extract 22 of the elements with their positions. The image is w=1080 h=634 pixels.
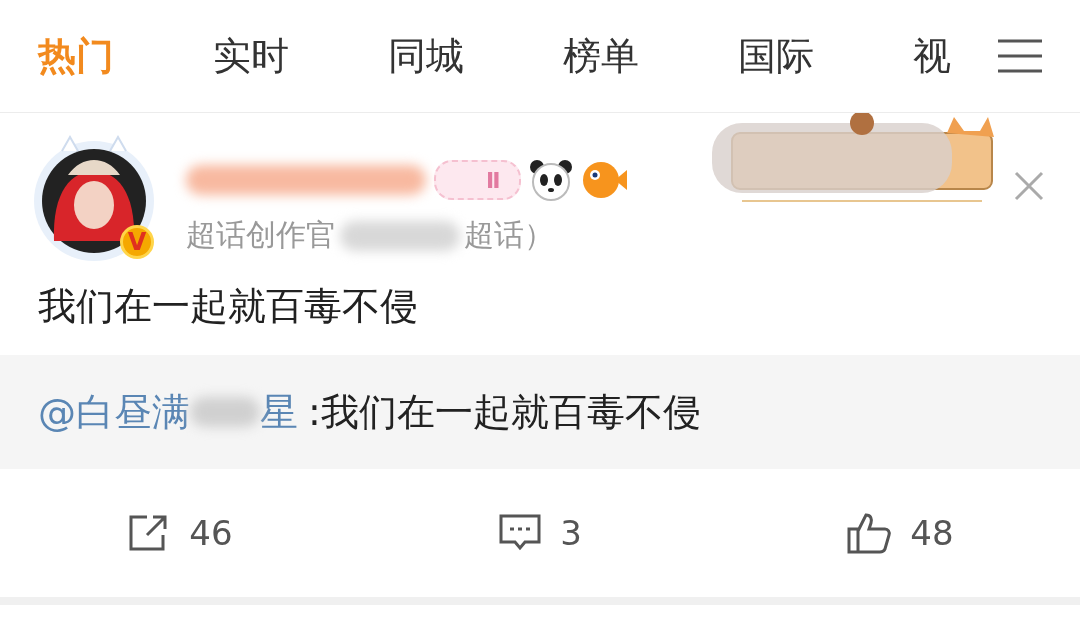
- blurred-text: [190, 397, 260, 427]
- repost-text: :我们在一起就百毒不侵: [308, 388, 701, 436]
- action-count[interactable]: 3: [560, 513, 582, 553]
- tab[interactable]: 榜单: [563, 30, 738, 82]
- post-text: 我们在一起就百毒不侵: [37, 283, 419, 330]
- user-title: 超话创作官: [186, 216, 336, 254]
- verified-badge: V: [120, 225, 154, 259]
- thumbs-up-icon: [846, 511, 893, 555]
- action-count[interactable]: 48: [910, 513, 954, 553]
- mention-link[interactable]: @白昼满: [38, 386, 190, 438]
- menu-icon: [998, 39, 1042, 73]
- supertopic-label: 超话）: [464, 216, 554, 254]
- tab[interactable]: 视: [913, 30, 1080, 82]
- panda-icon: [528, 159, 573, 201]
- tab[interactable]: 同城: [388, 30, 563, 82]
- close-icon[interactable]: [1014, 171, 1044, 201]
- tab[interactable]: 实时: [213, 30, 388, 82]
- action-count[interactable]: 46: [189, 513, 233, 553]
- fish-icon: [580, 160, 627, 200]
- mention-link[interactable]: 星: [260, 386, 298, 438]
- level-badge: Ⅱ: [434, 160, 521, 200]
- tab[interactable]: 国际: [738, 30, 913, 82]
